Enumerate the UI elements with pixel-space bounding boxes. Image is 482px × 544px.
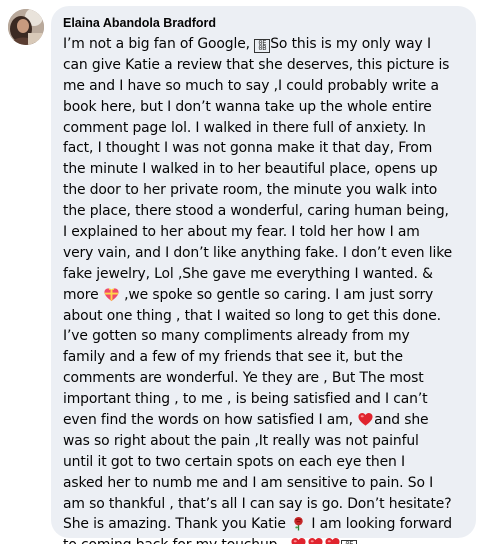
rose-icon [291, 516, 306, 532]
comment-line: I explained to her about my fear. I told… [63, 222, 466, 243]
comment-line-text: and she [374, 412, 429, 429]
comment-line: She is amazing. Thank you Katie I am loo… [63, 514, 466, 535]
comment-line-text: was so right about the pain ,It really w… [63, 432, 419, 449]
comment-line: fact, I thought I was not gonna make it … [63, 138, 466, 159]
comment-line-text: the place, there stood a wonderful, cari… [63, 203, 449, 220]
comment-line: the door to her private room, the minute… [63, 180, 466, 201]
comment-line-text: about one thing , that I waited so long … [63, 307, 441, 324]
comment-line-text: I am looking forward [307, 516, 452, 533]
comment-line-text: important thing , to me , is being satis… [63, 391, 428, 408]
comment-line-text: more [63, 286, 103, 303]
comment-line-text: fake jewelry, Lol ,She gave me everythin… [63, 265, 433, 282]
comment-line: I’m not a big fan of Google, 0E 0B So this… [63, 34, 466, 55]
comment-line: can give Katie a review that she deserve… [63, 55, 466, 76]
comment-line-text: can give Katie a review that she deserve… [63, 56, 450, 73]
comment-line-text: family and a few of my friends that see … [63, 349, 403, 366]
unsupported-char-icon: 0E0B [254, 38, 271, 53]
comment-line: asked her to numb me and I am sensitive … [63, 473, 466, 494]
comment-line-text: until it got to two certain spots on eac… [63, 453, 405, 470]
comment-line: I’ve gotten so many compliments already … [63, 326, 466, 347]
unsupported-char-icon: 0E0B [341, 539, 358, 544]
comment-line-text: ,we spoke so gentle so caring. I am just… [119, 286, 434, 303]
profile-photo-icon [8, 9, 44, 45]
comment-line: me and I have so much to say ,I could pr… [63, 76, 466, 97]
comment-line-text: asked her to numb me and I am sensitive … [63, 474, 434, 491]
comment-line: was so right about the pain ,It really w… [63, 431, 466, 452]
comment-line: the place, there stood a wonderful, cari… [63, 201, 466, 222]
comment-line-text: the minute I walked in to her beautiful … [63, 161, 438, 178]
comment-bubble: Elaina Abandola Bradford I’m not a big f… [51, 6, 476, 544]
comment-line: book here, but I don’t wanna take up the… [63, 97, 466, 118]
comment-line: family and a few of my friends that see … [63, 347, 466, 368]
red-heart-icon [291, 537, 306, 544]
red-heart-icon [325, 537, 340, 544]
comment-line-text: comment page lol. I walked in there full… [63, 119, 426, 136]
avatar[interactable] [8, 9, 44, 45]
comment-line-text: comments are wonderful. Ye they are , Bu… [63, 370, 424, 387]
comment-line: the minute I walked in to her beautiful … [63, 159, 466, 180]
comment-line: until it got to two certain spots on eac… [63, 452, 466, 473]
comment-line-text: even find the words on how satisfied I a… [63, 412, 358, 429]
comment-line-text: I’m not a big fan of Google, [63, 36, 255, 52]
comment-line-text: the door to her private room, the minute… [63, 182, 438, 199]
comment-line: more ,we spoke so gentle so caring. I am… [63, 285, 466, 306]
comment-line-text: I’ve gotten so many compliments already … [63, 328, 410, 345]
comment-text: I’m not a big fan of Google, 0E 0B So this… [63, 34, 466, 544]
comment-line-text: book here, but I don’t wanna take up the… [63, 98, 432, 115]
comment-line-text: very vain, and I don’t like anything fak… [63, 244, 453, 261]
comment-line: comments are wonderful. Ye they are , Bu… [63, 368, 466, 389]
comment-line: even find the words on how satisfied I a… [63, 410, 466, 431]
gift-heart-icon [104, 287, 119, 302]
comment-line-text: She is amazing. Thank you Katie [63, 516, 291, 533]
comment-line: very vain, and I don’t like anything fak… [63, 243, 466, 264]
comment-author[interactable]: Elaina Abandola Bradford [63, 15, 466, 31]
comment-line-text: So this is my only way I [270, 36, 431, 52]
comment-line: about one thing , that I waited so long … [63, 306, 466, 327]
red-heart-icon [308, 537, 323, 544]
comment-line-text: me and I have so much to say ,I could pr… [63, 77, 439, 94]
comment-line: comment page lol. I walked in there full… [63, 118, 466, 139]
comment-line: important thing , to me , is being satis… [63, 389, 466, 410]
unsupported-char-code: 0B [258, 44, 267, 52]
comment-line: am so thankful , that’s all I can say is… [63, 494, 466, 515]
red-heart-icon [358, 412, 373, 427]
comment-line: to coming back for my touchup .. 0E0B [63, 535, 466, 544]
comment-line-text: I explained to her about my fear. I told… [63, 224, 420, 241]
comment-line-text: to coming back for my touchup .. [63, 537, 290, 544]
comment-line: fake jewelry, Lol ,She gave me everythin… [63, 264, 466, 285]
comment-line-text: am so thankful , that’s all I can say is… [63, 495, 452, 512]
comment-line-text: fact, I thought I was not gonna make it … [63, 140, 433, 157]
